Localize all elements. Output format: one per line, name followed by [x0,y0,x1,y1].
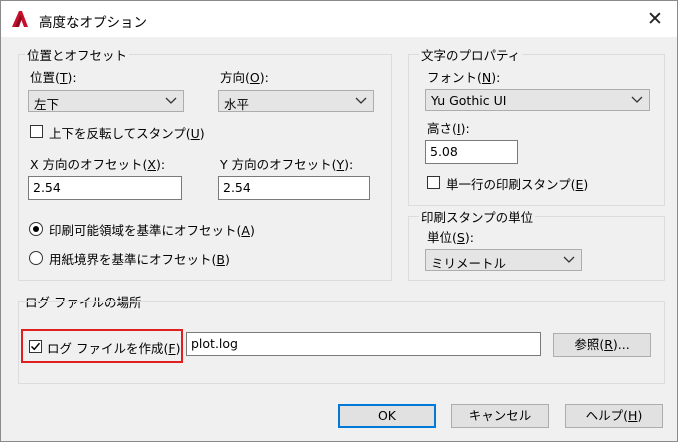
height-field[interactable] [425,140,518,164]
flip-stamp-label[interactable]: 上下を反転してスタンプ(U) [49,123,205,142]
font-dropdown[interactable]: Yu Gothic UI [425,89,650,111]
log-path-field[interactable] [186,332,541,356]
y-offset-input[interactable] [223,180,365,195]
x-offset-field[interactable] [28,176,182,200]
flip-stamp-checkbox[interactable] [30,125,43,138]
units-label: 単位(S): [427,230,474,245]
chevron-down-icon [631,96,643,103]
x-offset-input[interactable] [33,180,177,195]
chevron-down-icon [355,97,367,104]
units-dropdown-value: ミリメートル [431,256,507,271]
offset-printable-radio[interactable] [29,222,43,236]
dialog-window: 高度なオプション ✕ 位置とオフセット 位置(T): 左下 方向(O): 水平 … [0,0,678,442]
log-path-input[interactable] [191,336,536,351]
close-icon[interactable]: ✕ [637,3,673,35]
stamp-units-group-label: 印刷スタンプの単位 [419,207,536,226]
font-label: フォント(N): [427,70,501,85]
x-offset-label: X 方向のオフセット(X): [30,157,166,172]
text-properties-group-label: 文字のプロパティ [419,45,523,64]
orientation-dropdown-value: 水平 [224,97,250,112]
ok-button[interactable]: OK [338,404,436,428]
height-label: 高さ(I): [427,121,470,136]
offset-printable-label[interactable]: 印刷可能領域を基準にオフセット(A) [49,220,255,239]
title-bar: 高度なオプション ✕ [1,1,677,37]
font-dropdown-value: Yu Gothic UI [431,93,507,108]
browse-button[interactable]: 参照(R)... [553,333,651,357]
chevron-down-icon [165,97,177,104]
height-input[interactable] [430,144,513,159]
offset-paper-label[interactable]: 用紙境界を基準にオフセット(B) [49,249,230,268]
window-title: 高度なオプション [39,15,147,31]
orientation-label: 方向(O): [220,70,269,85]
units-dropdown[interactable]: ミリメートル [425,249,582,271]
position-label: 位置(T): [30,70,77,85]
single-line-stamp-label[interactable]: 単一行の印刷スタンプ(E) [446,174,588,193]
orientation-dropdown[interactable]: 水平 [218,90,374,112]
cancel-button[interactable]: キャンセル [451,404,549,428]
checkmark-icon [30,342,41,351]
position-offset-group-label: 位置とオフセット [25,45,130,64]
help-button[interactable]: ヘルプ(H) [565,404,663,428]
position-dropdown[interactable]: 左下 [28,90,184,112]
position-dropdown-value: 左下 [34,97,60,112]
autocad-logo-icon [12,11,28,27]
create-log-checkbox[interactable] [29,340,42,353]
create-log-label[interactable]: ログ ファイルを作成(F) [47,338,180,357]
chevron-down-icon [563,256,575,263]
single-line-stamp-checkbox[interactable] [427,176,440,189]
offset-paper-radio[interactable] [29,251,43,265]
y-offset-field[interactable] [218,176,370,200]
y-offset-label: Y 方向のオフセット(Y): [220,157,354,172]
